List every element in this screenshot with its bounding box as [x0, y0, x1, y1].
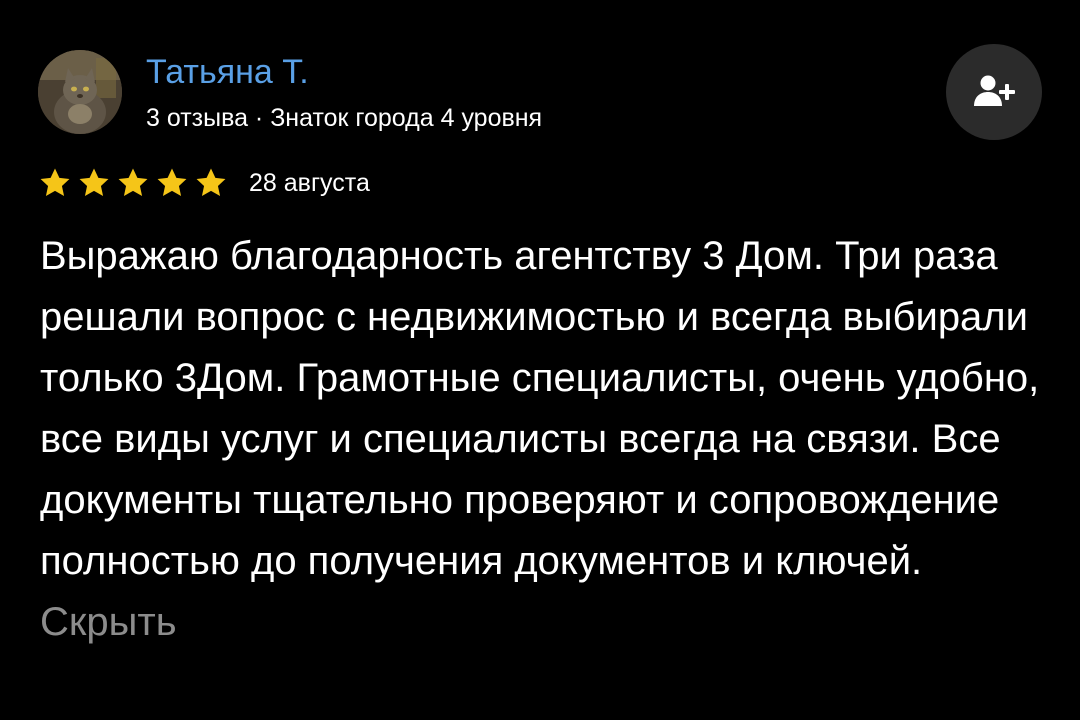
star-icon [118, 168, 148, 197]
review-text: Выражаю благодарность агентству 3 Дом. Т… [40, 234, 1040, 583]
review-date: 28 августа [249, 169, 370, 197]
star-icon [196, 168, 226, 197]
avatar[interactable] [38, 50, 122, 134]
star-rating [38, 166, 233, 200]
author-meta: 3 отзыва · Знаток города 4 уровня [146, 104, 543, 132]
hide-link[interactable]: Скрыть [40, 600, 177, 644]
cat-photo-icon [38, 50, 122, 134]
star-icon [79, 168, 109, 197]
add-person-icon [974, 75, 1015, 106]
review-card: Татьяна Т. 3 отзыва · Знаток города 4 ур… [0, 0, 1080, 720]
author-name[interactable]: Татьяна Т. [146, 52, 309, 92]
review-text-block: Выражаю благодарность агентству 3 Дом. Т… [40, 226, 1050, 653]
star-icon [40, 168, 70, 197]
subscribe-button[interactable] [946, 44, 1042, 140]
star-icon [157, 168, 187, 197]
rating-row: 28 августа [38, 163, 370, 203]
